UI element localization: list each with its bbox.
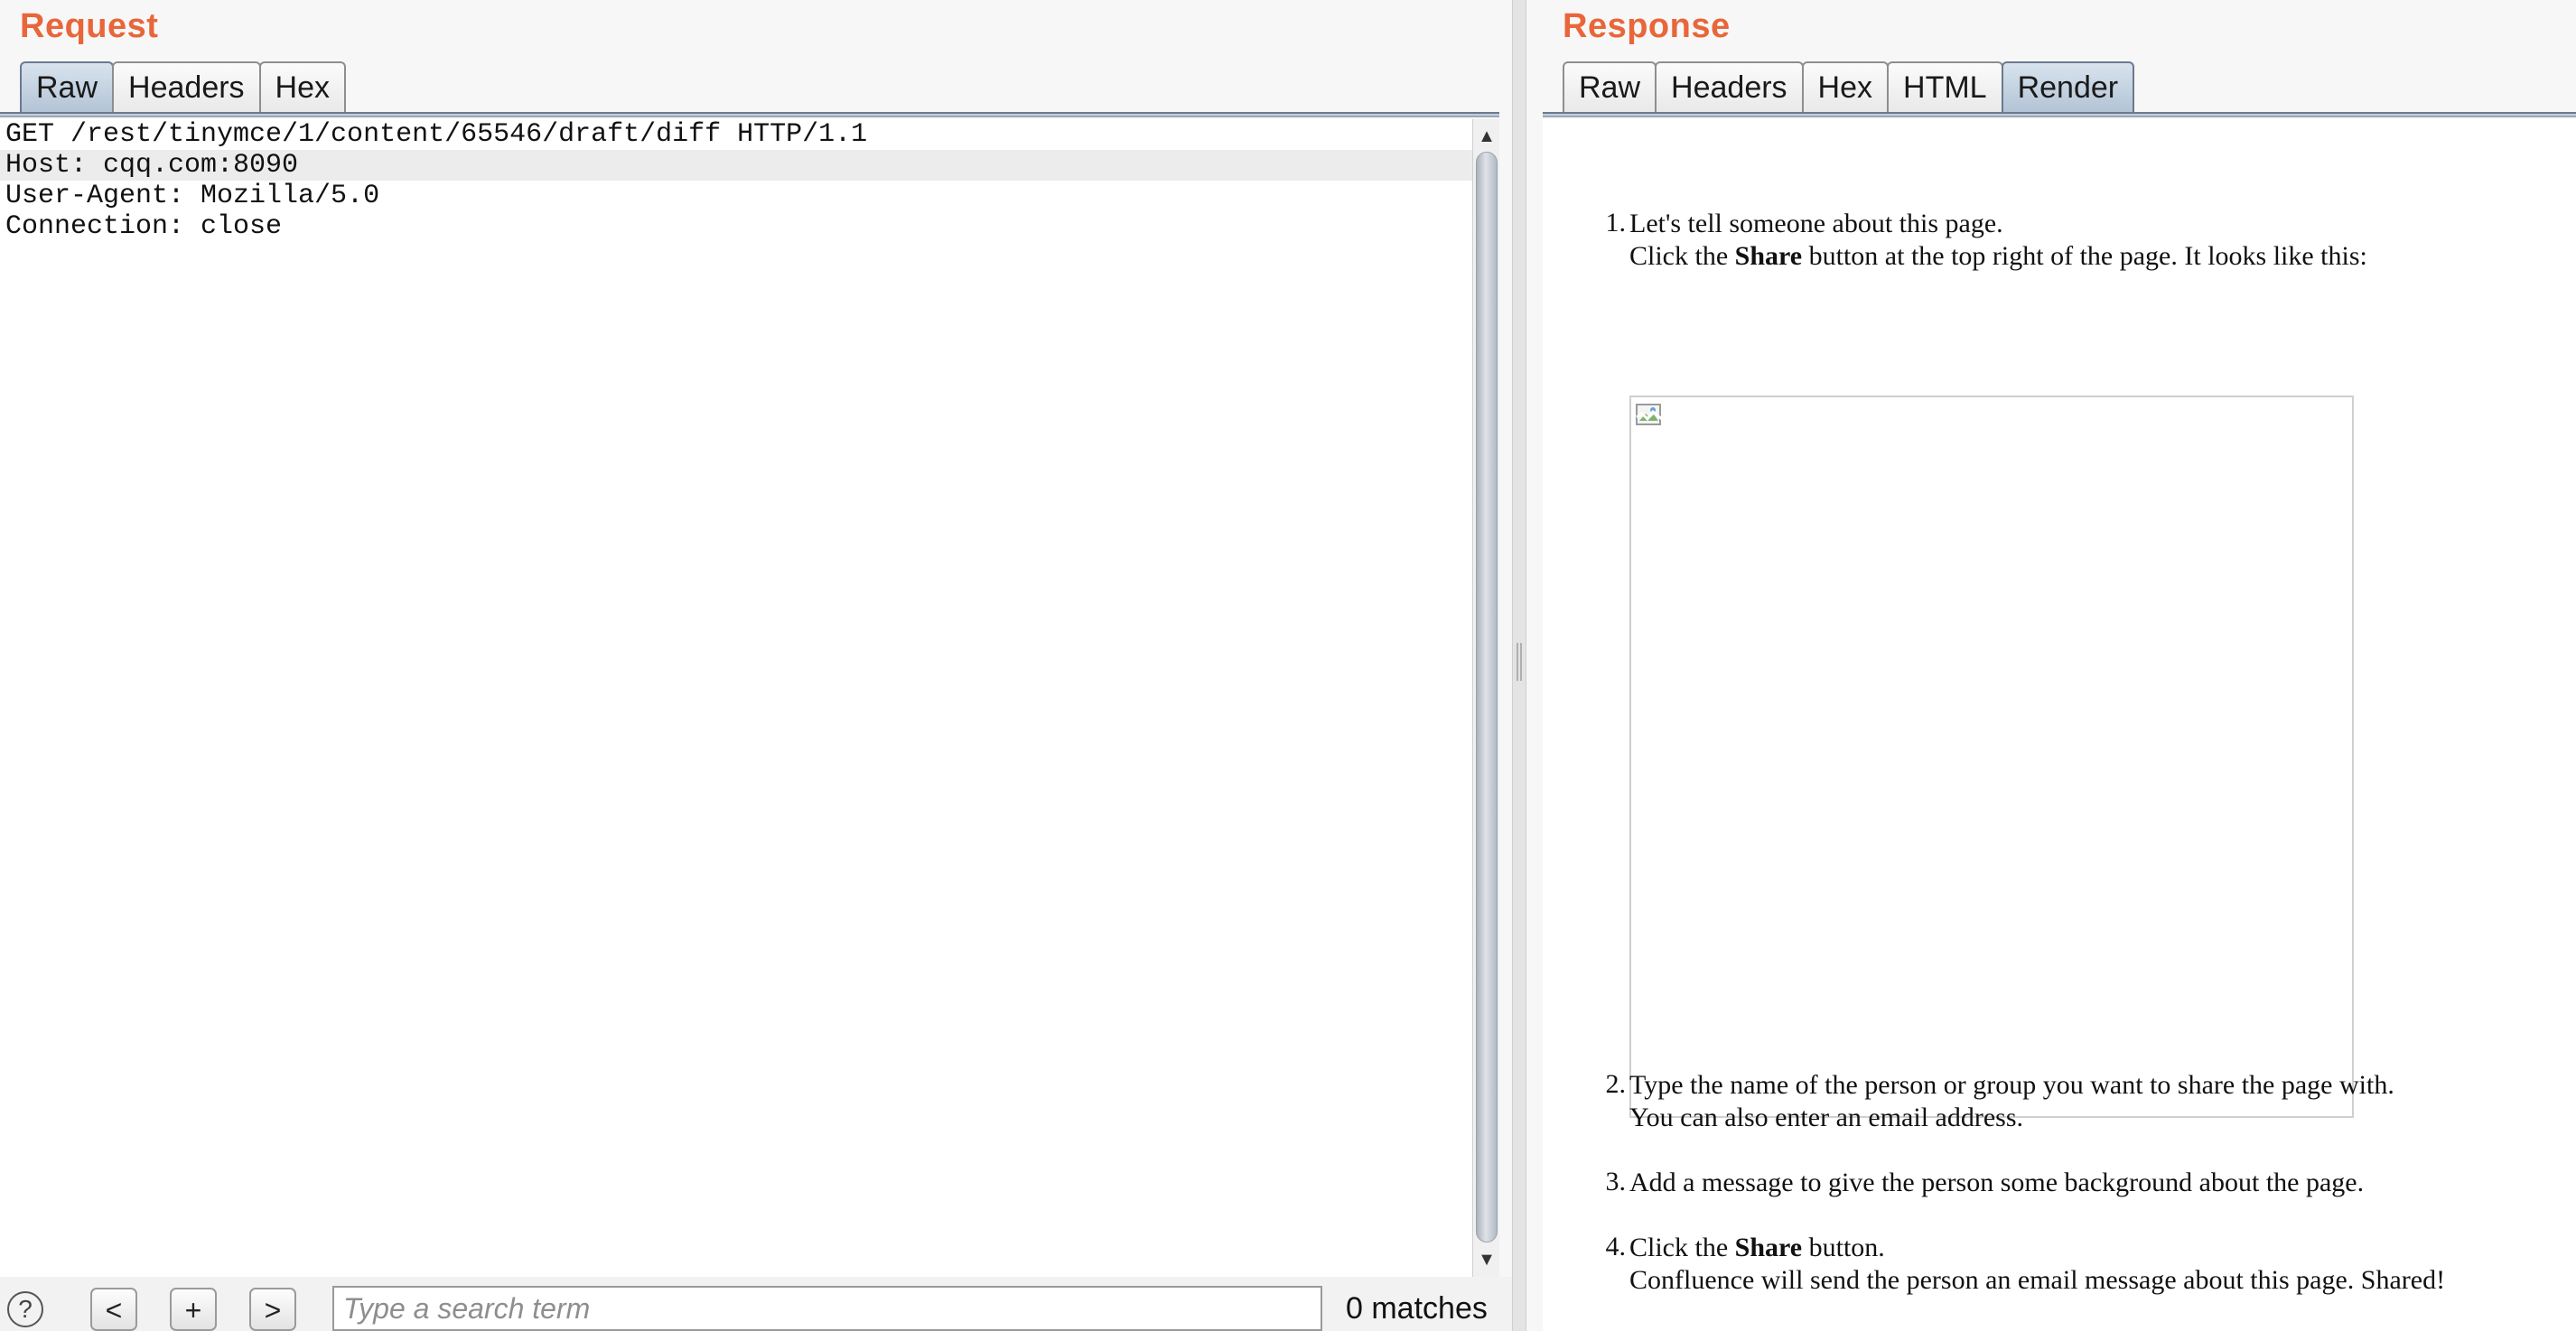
request-scrollbar[interactable]: ▲ ▼ [1472, 119, 1499, 1277]
step-number: 4. [1605, 1232, 1627, 1261]
request-title: Request [20, 7, 159, 45]
request-line-2: Host: cqq.com:8090 [0, 150, 1472, 181]
broken-image-icon [1636, 404, 1663, 425]
response-tab-raw[interactable]: Raw [1563, 61, 1657, 112]
request-line-4: Connection: close [5, 211, 283, 242]
request-raw-editor[interactable]: GET /rest/tinymce/1/content/65546/draft/… [0, 119, 1472, 1277]
step-line: Click the Share button. [1629, 1232, 2569, 1264]
request-tab-underline [0, 112, 1499, 117]
step-bold-text: Share [1734, 1233, 1803, 1262]
add-search-button[interactable]: + [170, 1288, 217, 1331]
response-pane: Response Raw Headers Hex HTML Render 1. … [1526, 0, 2576, 1331]
step-bold-text: Share [1734, 241, 1803, 271]
step-body: Type the name of the person or group you… [1629, 1069, 2569, 1134]
step-line: Add a message to give the person some ba… [1629, 1168, 2365, 1197]
response-tab-render[interactable]: Render [2001, 61, 2135, 112]
response-title: Response [1563, 7, 1731, 45]
step-number: 1. [1605, 208, 1627, 237]
step-number: 3. [1605, 1167, 1627, 1196]
request-line-3: User-Agent: Mozilla/5.0 [5, 181, 380, 211]
request-tab-raw[interactable]: Raw [20, 61, 115, 112]
scroll-down-arrow-icon[interactable]: ▼ [1473, 1246, 1500, 1273]
search-input[interactable] [332, 1286, 1322, 1331]
request-tabs: Raw Headers Hex [20, 61, 347, 112]
step-body: Click the Share button. Confluence will … [1629, 1232, 2569, 1297]
pane-splitter[interactable] [1512, 0, 1526, 1331]
previous-match-button[interactable]: < [90, 1288, 137, 1331]
step-line: Click the Share button at the top right … [1629, 240, 2569, 273]
search-bar: ? < + > 0 matches [0, 1277, 1512, 1331]
match-count: 0 matches [1346, 1291, 1488, 1326]
step-text: button. [1802, 1233, 1885, 1262]
step-text: button at the top right of the page. It … [1802, 241, 2367, 271]
step-text: Click the [1629, 1233, 1735, 1262]
scrollbar-thumb[interactable] [1476, 152, 1498, 1243]
response-tab-html[interactable]: HTML [1887, 61, 2003, 112]
step-body: Let's tell someone about this page. Clic… [1629, 208, 2569, 273]
request-tab-hex[interactable]: Hex [258, 61, 347, 112]
step-number: 2. [1605, 1069, 1627, 1099]
broken-image [1629, 396, 2354, 1118]
step-line: Type the name of the person or group you… [1629, 1070, 2394, 1100]
step-line: You can also enter an email address. [1629, 1103, 2023, 1132]
next-match-button[interactable]: > [249, 1288, 296, 1331]
scroll-up-arrow-icon[interactable]: ▲ [1473, 123, 1500, 150]
step-line: Confluence will send the person an email… [1629, 1265, 2446, 1295]
step-line: Let's tell someone about this page. [1629, 209, 2003, 238]
response-tab-hex[interactable]: Hex [1801, 61, 1890, 112]
response-render-view: 1. Let's tell someone about this page. C… [1543, 119, 2576, 1331]
request-line-1: GET /rest/tinymce/1/content/65546/draft/… [5, 119, 868, 150]
response-tab-underline [1543, 112, 2576, 117]
help-icon[interactable]: ? [7, 1291, 43, 1327]
response-tabs: Raw Headers Hex HTML Render [1563, 61, 2135, 112]
request-pane: Request Raw Headers Hex GET /rest/tinymc… [0, 0, 1512, 1331]
step-body: Add a message to give the person some ba… [1629, 1167, 2569, 1199]
request-tab-headers[interactable]: Headers [112, 61, 261, 112]
response-tab-headers[interactable]: Headers [1655, 61, 1804, 112]
step-text: Click the [1629, 241, 1735, 271]
splitter-grip-icon[interactable] [1517, 643, 1522, 681]
